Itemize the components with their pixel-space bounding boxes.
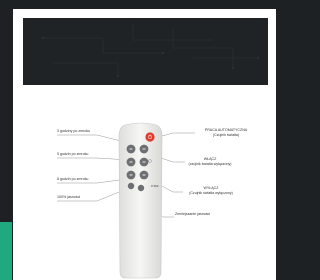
remote-brand-logo: V-TAC xyxy=(151,185,159,188)
remote-button-4[interactable] xyxy=(139,157,149,167)
remote-control: V-TAC xyxy=(117,122,164,279)
power-button[interactable] xyxy=(145,132,155,142)
remote-button-2[interactable] xyxy=(139,144,149,154)
remote-button-7[interactable] xyxy=(127,182,135,190)
remote-button-3[interactable] xyxy=(126,157,136,167)
remote-button-6[interactable] xyxy=(139,170,149,180)
remote-button-1[interactable] xyxy=(126,144,136,154)
content-card: 3 godziny po zmroku 5 godzin po zmroku 8… xyxy=(13,9,276,280)
accent-bar xyxy=(0,222,12,280)
remote-button-5[interactable] xyxy=(126,170,136,180)
remote-button-8[interactable] xyxy=(137,184,145,192)
